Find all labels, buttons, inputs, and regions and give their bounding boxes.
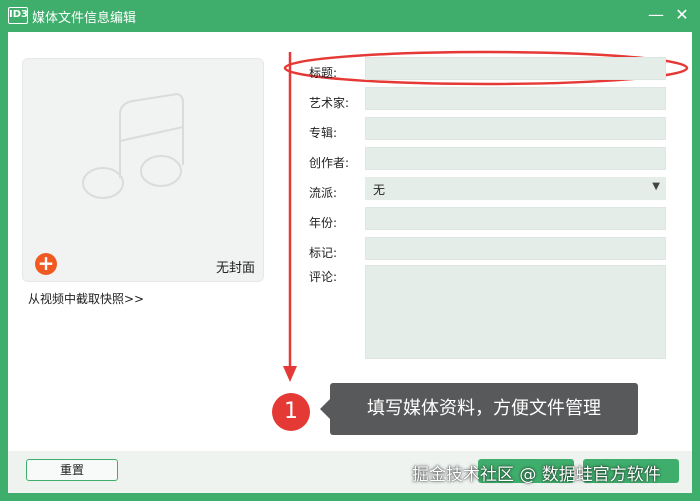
- artist-input[interactable]: [365, 87, 666, 110]
- year-label: 年份:: [309, 216, 338, 230]
- comment-label: 评论:: [309, 270, 338, 284]
- reset-button[interactable]: 重置: [26, 459, 118, 481]
- minimize-button[interactable]: —: [644, 3, 668, 27]
- tags-label: 标记:: [309, 246, 338, 260]
- year-input[interactable]: [365, 207, 666, 230]
- window-title: 媒体文件信息编辑: [32, 11, 137, 26]
- close-button[interactable]: ✕: [670, 3, 694, 27]
- album-input[interactable]: [365, 117, 666, 140]
- title-label: 标题:: [309, 66, 338, 80]
- step-number-badge: 1: [272, 393, 310, 431]
- artist-label: 艺术家:: [309, 96, 350, 110]
- dropdown-arrow-icon: ▼: [652, 181, 660, 192]
- composer-input[interactable]: [365, 147, 666, 170]
- genre-value: 无: [373, 183, 386, 197]
- tags-input[interactable]: [365, 237, 666, 260]
- genre-label: 流派:: [309, 186, 338, 200]
- dialog-body: + 无封面 从视频中截取快照>> 标题: 艺术家: 专辑: 创作者: 流派: 无…: [8, 32, 692, 493]
- genre-select[interactable]: 无 ▼: [365, 177, 666, 200]
- annotation-tooltip: 填写媒体资料，方便文件管理: [320, 383, 638, 435]
- album-label: 专辑:: [309, 126, 338, 140]
- title-input[interactable]: [365, 57, 666, 80]
- title-bar: ID3 媒体文件信息编辑 — ✕: [0, 0, 700, 32]
- id3-app-icon: ID3: [8, 7, 28, 24]
- watermark-text: 掘金技术社区 @ 数据蛙官方软件: [412, 465, 661, 485]
- composer-label: 创作者:: [309, 156, 350, 170]
- comment-textarea[interactable]: [365, 265, 666, 359]
